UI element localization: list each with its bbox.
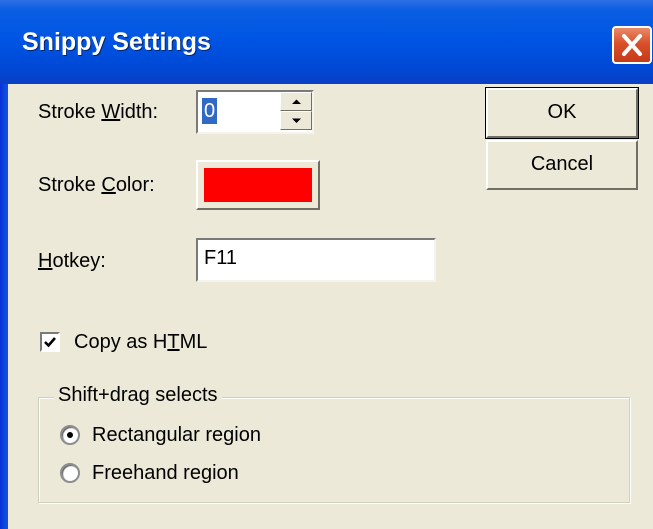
copy-as-html-label[interactable]: Copy as HTML [74, 331, 207, 354]
rectangular-region-radio[interactable] [60, 425, 80, 445]
stroke-color-button[interactable] [196, 160, 320, 210]
freehand-region-radio[interactable] [60, 463, 80, 483]
stroke-width-spinner[interactable]: 0 [196, 90, 314, 134]
radio-selected-dot [67, 432, 73, 438]
arrow-down-icon [292, 118, 301, 123]
arrow-up-icon [292, 99, 301, 104]
rectangular-region-label[interactable]: Rectangular region [92, 424, 261, 447]
window-border [0, 84, 8, 529]
shift-drag-group [38, 397, 630, 503]
cancel-button[interactable]: Cancel [486, 140, 638, 190]
stroke-width-value[interactable]: 0 [202, 98, 218, 124]
stroke-width-label: Stroke Width: [38, 101, 159, 123]
ok-button[interactable]: OK [485, 87, 639, 139]
close-icon [622, 34, 642, 56]
title-bar[interactable]: Snippy Settings [0, 0, 653, 84]
spin-down-button[interactable] [280, 111, 312, 130]
shift-drag-legend: Shift+drag selects [54, 384, 222, 407]
checkmark-icon [44, 337, 56, 348]
stroke-color-swatch [204, 168, 312, 202]
freehand-region-label[interactable]: Freehand region [92, 462, 239, 485]
hotkey-input[interactable]: F11 [196, 238, 436, 282]
window-title: Snippy Settings [22, 28, 211, 56]
close-button[interactable] [612, 26, 652, 64]
settings-dialog: Snippy Settings Stroke Width: 0 Stroke C… [0, 0, 653, 529]
spin-up-button[interactable] [280, 92, 312, 111]
copy-as-html-checkbox[interactable] [40, 332, 60, 352]
hotkey-label: Hotkey: [38, 250, 106, 272]
stroke-color-label: Stroke Color: [38, 174, 155, 196]
